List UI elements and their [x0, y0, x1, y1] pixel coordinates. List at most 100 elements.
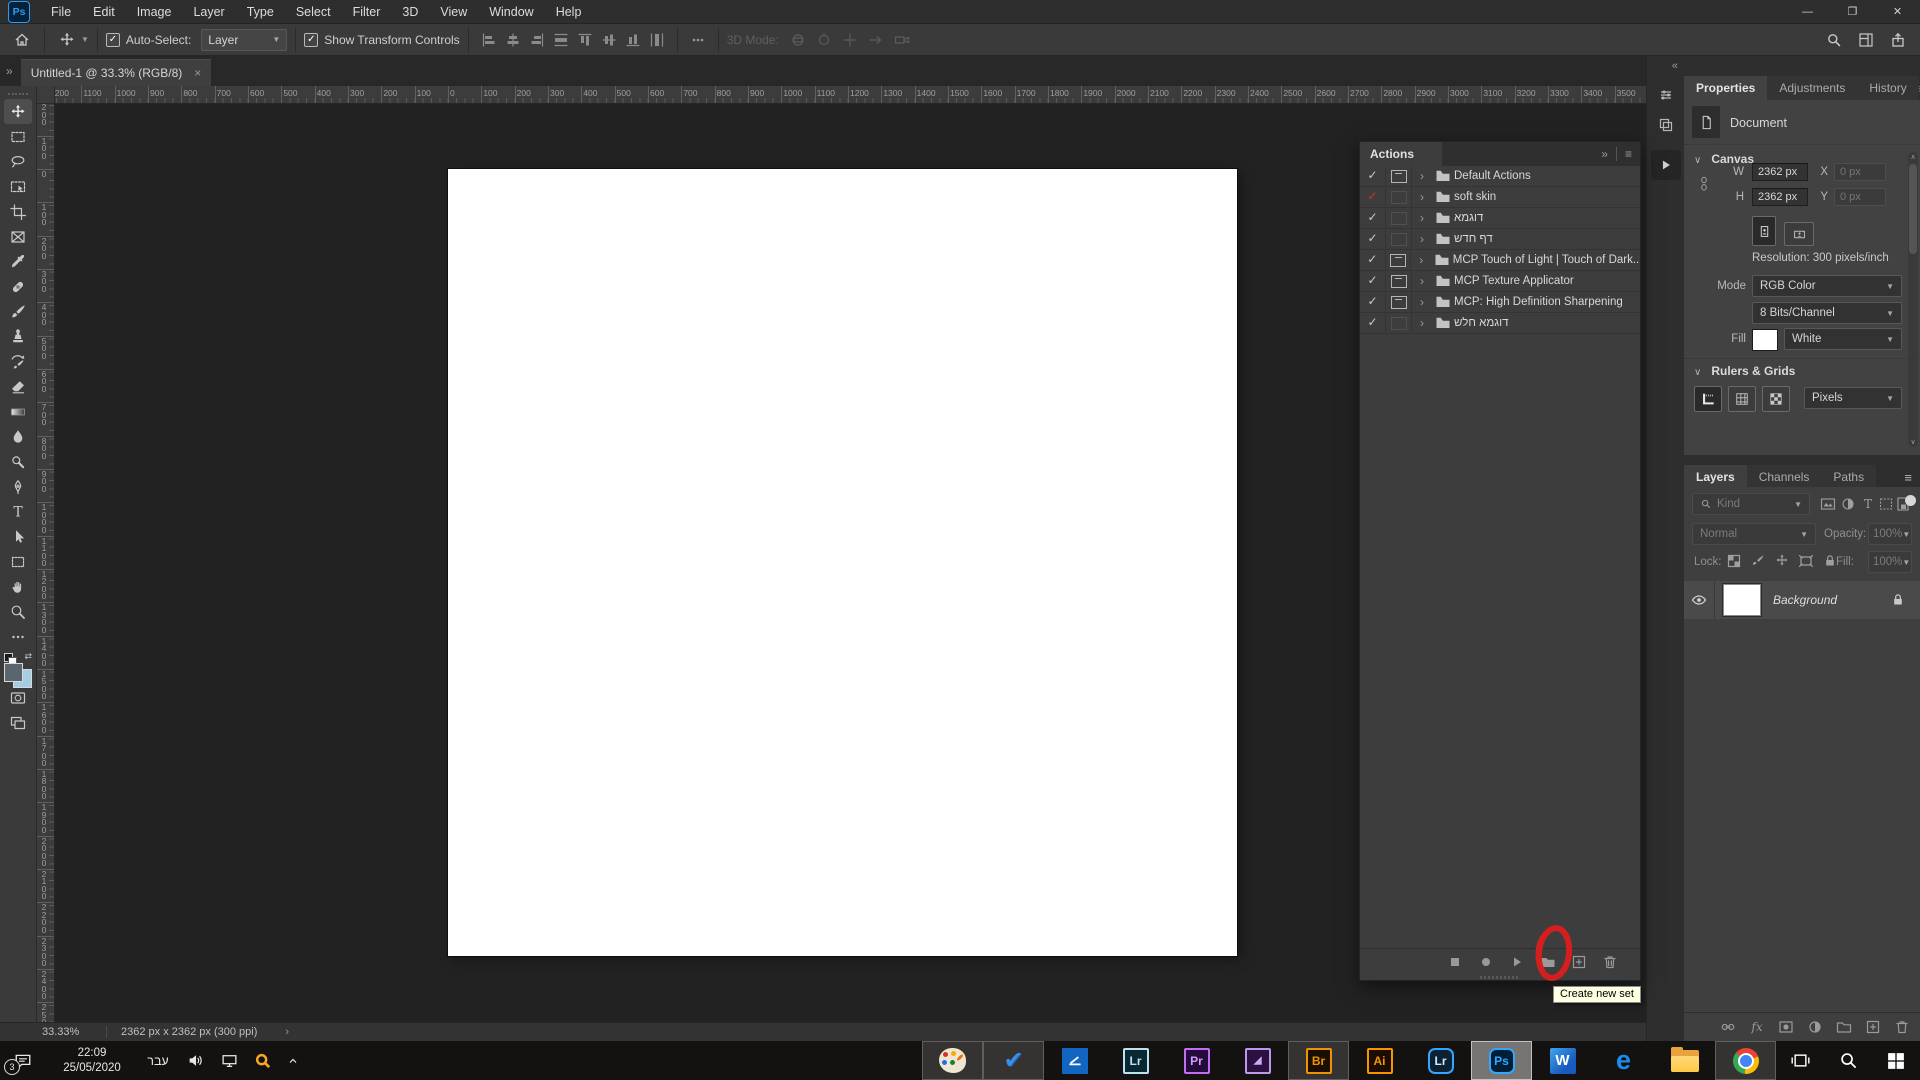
taskbar-app-bridge[interactable]: Br	[1288, 1041, 1349, 1080]
horizontal-ruler[interactable]: 1200110010009008007006005004003002001000…	[55, 86, 1646, 104]
taskbar-app-check-app[interactable]: ✔	[983, 1041, 1044, 1080]
landscape-orientation-button[interactable]	[1784, 222, 1814, 246]
include-check-icon[interactable]: ✓	[1360, 271, 1386, 291]
tab-channels[interactable]: Channels	[1746, 465, 1822, 489]
task-view-button[interactable]	[1776, 1041, 1824, 1080]
document-tab[interactable]: Untitled-1 @ 33.3% (RGB/8) ×	[20, 59, 212, 86]
color-swatches[interactable]: ⇄	[4, 651, 32, 688]
taskbar-app-edge[interactable]: e	[1593, 1041, 1654, 1080]
blur-tool[interactable]	[4, 424, 32, 449]
filter-pixel-layers-icon[interactable]	[1820, 496, 1836, 512]
include-check-icon[interactable]: ✓	[1360, 292, 1386, 312]
canvas-section-header[interactable]: ∨ Canvas	[1694, 152, 1754, 166]
layer-thumbnail[interactable]	[1722, 583, 1762, 617]
actions-panel-header[interactable]: Actions » ≡	[1360, 142, 1640, 166]
toolbar-ellipsis-tool[interactable]	[4, 624, 32, 649]
taskbar-app-scan[interactable]	[1044, 1041, 1105, 1080]
link-layers-button[interactable]	[1720, 1019, 1736, 1035]
toggle-transparency-button[interactable]	[1762, 386, 1790, 412]
include-check-icon[interactable]: ✓	[1360, 208, 1386, 228]
language-indicator[interactable]: עבר	[138, 1054, 178, 1068]
expand-arrow-icon[interactable]: ›	[1411, 253, 1431, 267]
pen-tool[interactable]	[4, 474, 32, 499]
action-set-row[interactable]: ✓ › MCP Touch of Light | Touch of Dark...	[1360, 250, 1640, 271]
include-check-icon[interactable]: ✓	[1360, 250, 1386, 270]
stop-button[interactable]	[1447, 954, 1463, 970]
zoom-tool[interactable]	[4, 599, 32, 624]
layer-filter-toggle[interactable]	[1905, 495, 1916, 506]
expand-arrow-icon[interactable]: ›	[1412, 190, 1432, 204]
link-dimensions-icon[interactable]	[1696, 176, 1712, 192]
zoom-level-field[interactable]: 33.33%	[42, 1026, 106, 1038]
type-tool[interactable]: T	[4, 499, 32, 524]
menu-select[interactable]: Select	[285, 0, 342, 24]
dialog-toggle[interactable]	[1386, 292, 1412, 312]
distribute-horizontal-icon[interactable]	[553, 32, 569, 48]
toggle-grid-button[interactable]	[1728, 386, 1756, 412]
menu-layer[interactable]: Layer	[182, 0, 235, 24]
minimize-button[interactable]: —	[1785, 0, 1830, 24]
taskbar-app-chrome[interactable]	[1715, 1041, 1776, 1080]
rectangle-shape-tool[interactable]	[4, 549, 32, 574]
align-bottom-icon[interactable]	[625, 32, 641, 48]
close-button[interactable]: ✕	[1875, 0, 1920, 24]
taskbar-app-illustrator[interactable]: Ai	[1349, 1041, 1410, 1080]
action-set-row[interactable]: ✓ › דף חדש	[1360, 229, 1640, 250]
taskbar-app-premiere-pro[interactable]: Pr	[1166, 1041, 1227, 1080]
tab-history[interactable]: History	[1857, 76, 1919, 100]
tray-search-app-icon[interactable]	[246, 1041, 280, 1080]
hand-tool[interactable]	[4, 574, 32, 599]
taskbar-app-photoshop[interactable]: Ps	[1471, 1041, 1532, 1080]
gradient-tool[interactable]	[4, 399, 32, 424]
expand-panels-chevrons[interactable]: «	[1647, 56, 1684, 78]
dialog-toggle[interactable]	[1386, 313, 1412, 333]
workspace-switcher-icon[interactable]	[1858, 32, 1874, 48]
menu-file[interactable]: File	[40, 0, 82, 24]
include-check-icon[interactable]: ✓	[1360, 187, 1386, 207]
toolbar-grip[interactable]	[0, 86, 36, 99]
dialog-toggle[interactable]	[1386, 250, 1412, 270]
action-set-row[interactable]: ✓ › MCP Texture Applicator	[1360, 271, 1640, 292]
history-brush-tool[interactable]	[4, 349, 32, 374]
delete-button[interactable]	[1602, 954, 1618, 970]
expand-arrow-icon[interactable]: ›	[1412, 295, 1432, 309]
layers-fill-dropdown[interactable]: 100% ▼	[1868, 551, 1912, 573]
path-selection-tool[interactable]	[4, 524, 32, 549]
color-mode-dropdown[interactable]: RGB Color ▼	[1752, 275, 1902, 297]
include-check-icon[interactable]: ✓	[1360, 313, 1386, 333]
collapsed-panel-clone-source-icon[interactable]	[1652, 112, 1680, 138]
layer-effects-button[interactable]: fx	[1749, 1019, 1765, 1035]
menu-filter[interactable]: Filter	[342, 0, 392, 24]
new-group-button[interactable]	[1836, 1019, 1852, 1035]
create-new-action-button[interactable]	[1571, 954, 1587, 970]
expand-arrow-icon[interactable]: ›	[1412, 274, 1432, 288]
layer-name[interactable]: Background	[1773, 593, 1837, 607]
rectangular-marquee-tool[interactable]	[4, 124, 32, 149]
action-set-row[interactable]: ✓ › דוגמא חלש	[1360, 313, 1640, 334]
action-set-row[interactable]: ✓ › Default Actions	[1360, 166, 1640, 187]
action-set-row[interactable]: ✓ › MCP: High Definition Sharpening	[1360, 292, 1640, 313]
ruler-units-dropdown[interactable]: Pixels ▼	[1804, 387, 1902, 409]
height-field[interactable]: 2362 px	[1752, 188, 1808, 206]
taskbar-app-media-encoder[interactable]	[1227, 1041, 1288, 1080]
actions-tab[interactable]: Actions	[1360, 142, 1442, 166]
ruler-origin-corner[interactable]	[37, 86, 55, 104]
dialog-toggle[interactable]	[1386, 271, 1412, 291]
expand-arrow-icon[interactable]: ›	[1412, 316, 1432, 330]
eraser-tool[interactable]	[4, 374, 32, 399]
add-mask-button[interactable]	[1778, 1019, 1794, 1035]
width-field[interactable]: 2362 px	[1752, 163, 1808, 181]
menu-edit[interactable]: Edit	[82, 0, 126, 24]
auto-select-dropdown[interactable]: Layer ▼	[201, 28, 288, 51]
vertical-ruler[interactable]: 2001000100200300400500600700800900100011…	[37, 104, 55, 1022]
collapsed-panel-brush-settings-icon[interactable]	[1652, 82, 1680, 108]
start-button[interactable]	[1872, 1041, 1920, 1080]
panel-resize-grip[interactable]	[1480, 976, 1520, 979]
lock-position-icon[interactable]	[1774, 553, 1790, 569]
properties-scrollbar[interactable]: ∧ ∨	[1908, 152, 1918, 447]
taskbar-app-file-explorer[interactable]	[1654, 1041, 1715, 1080]
align-center-horizontal-icon[interactable]	[505, 32, 521, 48]
menu-window[interactable]: Window	[478, 0, 544, 24]
blend-mode-dropdown[interactable]: Normal ▼	[1692, 523, 1816, 545]
align-right-icon[interactable]	[529, 32, 545, 48]
